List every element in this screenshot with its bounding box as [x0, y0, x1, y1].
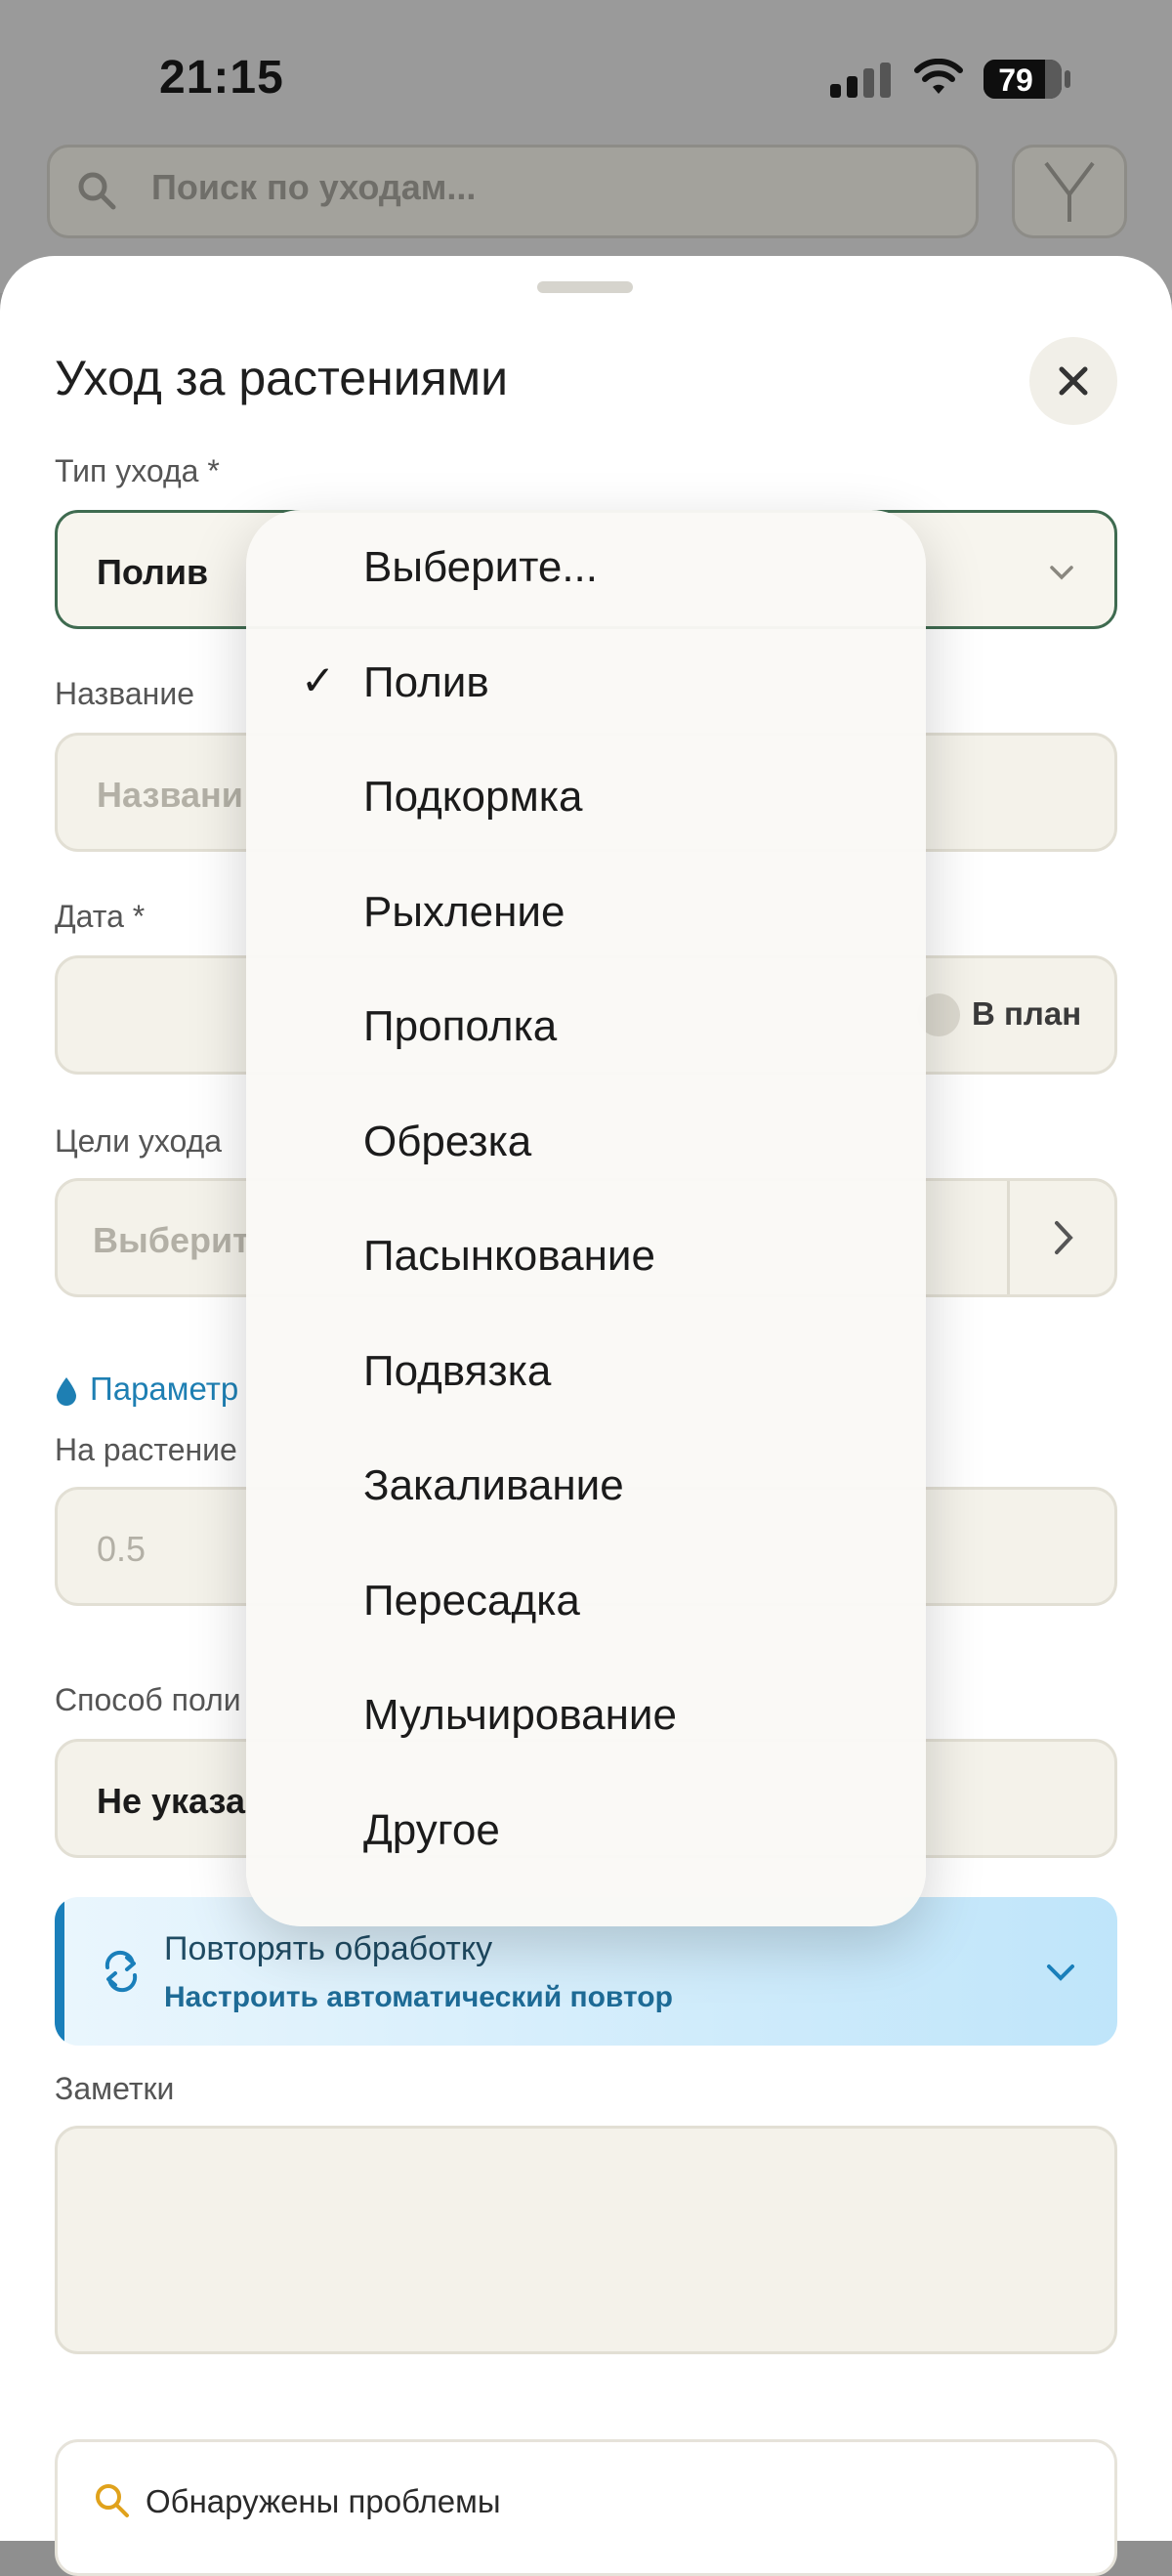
background-filter-button — [1012, 145, 1127, 238]
status-time: 21:15 — [159, 52, 284, 104]
problems-label: Обнаружены проблемы — [146, 2483, 501, 2519]
notes-label: Заметки — [55, 2071, 175, 2106]
repeat-accent-bar — [55, 1897, 64, 2046]
method-value: Не указа — [97, 1781, 245, 1821]
search-placeholder: Поиск по уходам... — [151, 167, 477, 207]
cellular-signal-icon — [830, 63, 893, 98]
care-type-label: Тип ухода * — [55, 453, 220, 488]
chevron-right-icon — [1055, 1221, 1073, 1254]
chevron-down-icon — [1050, 566, 1073, 580]
dropdown-option[interactable]: Пересадка — [363, 1577, 580, 1626]
problems-section[interactable]: Обнаружены проблемы — [55, 2439, 1117, 2576]
notes-textarea[interactable] — [55, 2126, 1117, 2354]
dropdown-option[interactable]: Полив — [363, 658, 489, 707]
care-type-dropdown-menu: Выберите... Полив ✓ Подкормка Рыхление Пропол… — [246, 510, 926, 1926]
goals-label: Цели ухода — [55, 1123, 223, 1159]
wifi-icon — [914, 59, 963, 94]
date-label: Дата * — [55, 899, 146, 934]
plan-label: В план — [972, 995, 1082, 1032]
battery-icon: 79 — [984, 60, 1062, 99]
dropdown-option[interactable]: Подвязка — [363, 1347, 551, 1396]
name-placeholder: Названи — [97, 775, 243, 815]
care-type-value: Полив — [97, 552, 209, 592]
dropdown-option[interactable]: Обрезка — [363, 1118, 531, 1166]
params-text: Параметр — [90, 1371, 239, 1407]
per-plant-value: 0.5 — [97, 1529, 146, 1569]
dropdown-option[interactable]: Выберите... — [363, 543, 598, 592]
dropdown-option[interactable]: Подкормка — [363, 773, 582, 822]
battery-level: 79 — [998, 63, 1033, 98]
sheet-title: Уход за растениями — [55, 351, 509, 405]
per-plant-label: На растение — [55, 1432, 237, 1467]
dropdown-option[interactable]: Пасынкование — [363, 1232, 655, 1281]
dropdown-option[interactable]: Мульчирование — [363, 1691, 677, 1740]
chevron-down-icon — [1047, 1964, 1074, 1981]
search-icon — [78, 172, 116, 210]
search-icon — [96, 2484, 129, 2517]
dropdown-option[interactable]: Прополка — [363, 1002, 557, 1051]
checkmark-icon: ✓ — [301, 656, 336, 703]
name-label: Название — [55, 676, 194, 711]
repeat-icon — [105, 1950, 138, 1993]
watering-params-link[interactable]: Параметр — [55, 1371, 238, 1408]
background-search-input: Поиск по уходам... — [47, 145, 979, 238]
filter-icon — [1044, 161, 1095, 222]
sheet-drag-handle[interactable] — [537, 281, 633, 293]
dropdown-option[interactable]: Рыхление — [363, 888, 565, 937]
goals-placeholder: Выберит — [93, 1220, 250, 1260]
close-icon — [1059, 366, 1088, 396]
repeat-subtitle: Настроить автоматический повтор — [164, 1981, 673, 2013]
repeat-title: Повторять обработку — [164, 1930, 493, 1967]
close-button[interactable] — [1029, 337, 1117, 425]
method-label: Способ поли — [55, 1682, 241, 1717]
dropdown-option[interactable]: Закаливание — [363, 1461, 624, 1510]
dropdown-option[interactable]: Другое — [363, 1806, 500, 1855]
water-drop-icon — [57, 1377, 76, 1407]
goals-divider — [1007, 1181, 1010, 1294]
battery-tip — [1065, 70, 1070, 88]
